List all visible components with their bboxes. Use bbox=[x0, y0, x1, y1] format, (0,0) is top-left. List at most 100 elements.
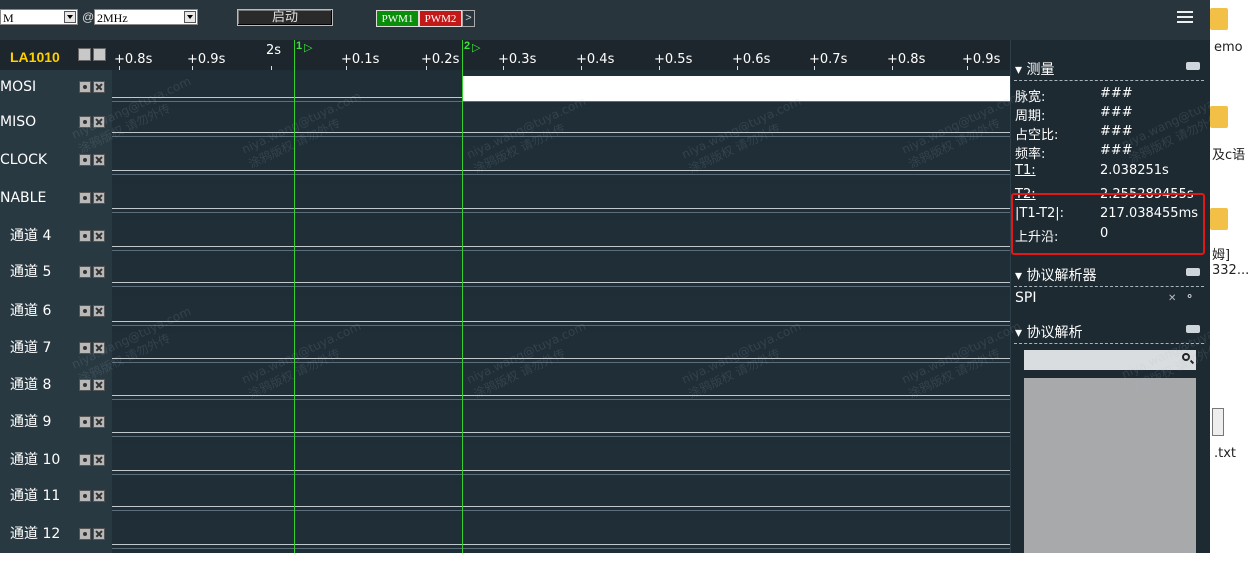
channel-row[interactable]: 通道 8 bbox=[0, 370, 112, 400]
cursor-2-line[interactable] bbox=[462, 40, 463, 553]
folder-icon[interactable] bbox=[1210, 106, 1228, 128]
folder-icon[interactable] bbox=[1210, 8, 1228, 30]
close-icon[interactable]: ✕ bbox=[1168, 293, 1176, 304]
channel-settings-icon[interactable] bbox=[79, 154, 91, 166]
waveform-lane[interactable] bbox=[112, 481, 1010, 511]
measure-label: 频率: bbox=[1015, 147, 1046, 162]
cursor-2-flag[interactable]: 2 bbox=[464, 40, 470, 52]
channel-close-icon[interactable] bbox=[93, 116, 105, 128]
channel-row[interactable]: 通道 6 bbox=[0, 296, 112, 326]
waveform-lane[interactable] bbox=[112, 183, 1010, 213]
channel-row[interactable]: 通道 4 bbox=[0, 221, 112, 251]
desktop-label[interactable]: 姆] bbox=[1212, 244, 1230, 263]
channel-settings-icon[interactable] bbox=[79, 230, 91, 242]
channel-row[interactable]: 通道 5 bbox=[0, 257, 112, 287]
desktop-background bbox=[1210, 0, 1259, 574]
channel-settings-icon[interactable] bbox=[79, 305, 91, 317]
decode-section-header[interactable]: ▾ 协议解析 bbox=[1015, 322, 1082, 342]
at-icon: @ bbox=[82, 10, 95, 24]
waveform-lane[interactable] bbox=[112, 407, 1010, 437]
channel-settings-icon[interactable] bbox=[79, 81, 91, 93]
channel-close-icon[interactable] bbox=[93, 528, 105, 540]
channel-close-icon[interactable] bbox=[93, 230, 105, 242]
channel-close-icon[interactable] bbox=[93, 266, 105, 278]
search-icon[interactable] bbox=[1182, 353, 1190, 361]
channel-close-icon[interactable] bbox=[93, 379, 105, 391]
time-tick-mark bbox=[581, 66, 582, 70]
channel-close-icon[interactable] bbox=[93, 454, 105, 466]
channel-settings-icon[interactable] bbox=[79, 379, 91, 391]
waveform-lane[interactable] bbox=[112, 107, 1010, 137]
channel-row[interactable]: MOSI bbox=[0, 72, 112, 102]
analyzer-protocol[interactable]: SPI bbox=[1015, 290, 1036, 306]
mode-select[interactable]: M bbox=[0, 9, 78, 25]
sample-rate-select[interactable]: 2MHz bbox=[94, 9, 198, 25]
desktop-label[interactable]: 及c语 bbox=[1212, 144, 1245, 163]
device-settings-icon[interactable] bbox=[78, 48, 91, 61]
hamburger-menu-icon[interactable] bbox=[1177, 11, 1193, 25]
text-file-icon[interactable] bbox=[1212, 408, 1224, 436]
channel-settings-icon[interactable] bbox=[79, 454, 91, 466]
channel-close-icon[interactable] bbox=[93, 490, 105, 502]
logic-analyzer-window: M @ 2MHz 启动 PWM1 PWM2 > LA1010 MOSI MISO C… bbox=[0, 0, 1210, 553]
channel-close-icon[interactable] bbox=[93, 305, 105, 317]
time-tick-label: +0.8s bbox=[887, 52, 926, 67]
waveform-lane[interactable] bbox=[112, 333, 1010, 363]
waveform-lane[interactable] bbox=[112, 221, 1010, 251]
channel-settings-icon[interactable] bbox=[79, 342, 91, 354]
settings-icon[interactable]: ⚬ bbox=[1185, 290, 1194, 303]
desktop-label[interactable]: .txt bbox=[1214, 446, 1236, 461]
waveform-lane[interactable] bbox=[112, 257, 1010, 287]
channel-settings-icon[interactable] bbox=[79, 528, 91, 540]
channel-settings-icon[interactable] bbox=[79, 266, 91, 278]
pwm1-button[interactable]: PWM1 bbox=[376, 10, 419, 27]
folder-icon[interactable] bbox=[1210, 208, 1228, 230]
channel-close-icon[interactable] bbox=[93, 416, 105, 428]
chevron-down-icon[interactable] bbox=[184, 11, 196, 23]
waveform-lane[interactable] bbox=[112, 145, 1010, 175]
pwm2-button[interactable]: PWM2 bbox=[419, 10, 462, 27]
analyzer-section-header[interactable]: ▾ 协议解析器 bbox=[1015, 265, 1096, 285]
pwm-more-button[interactable]: > bbox=[462, 10, 475, 27]
channel-row[interactable]: 通道 11 bbox=[0, 481, 112, 511]
search-input[interactable] bbox=[1024, 350, 1196, 370]
channel-row[interactable]: CLOCK bbox=[0, 145, 112, 175]
waveform-lane[interactable] bbox=[112, 519, 1010, 549]
channel-row[interactable]: 通道 7 bbox=[0, 333, 112, 363]
channel-settings-icon[interactable] bbox=[79, 192, 91, 204]
measure-section-header[interactable]: ▾ 测量 bbox=[1015, 59, 1054, 79]
time-tick-label: +0.6s bbox=[732, 52, 771, 67]
channel-close-icon[interactable] bbox=[93, 342, 105, 354]
device-options-icon[interactable] bbox=[93, 48, 106, 61]
channel-close-icon[interactable] bbox=[93, 154, 105, 166]
channel-label: 通道 6 bbox=[10, 303, 52, 319]
channel-settings-icon[interactable] bbox=[79, 416, 91, 428]
channel-settings-icon[interactable] bbox=[79, 490, 91, 502]
decode-results-list[interactable] bbox=[1024, 378, 1196, 553]
cursor-1-line[interactable] bbox=[294, 40, 295, 553]
decode-toggle-icon[interactable] bbox=[1186, 325, 1200, 333]
channel-row[interactable]: MISO bbox=[0, 107, 112, 137]
channel-row[interactable]: 通道 12 bbox=[0, 519, 112, 549]
waveform-lane[interactable] bbox=[112, 445, 1010, 475]
toolbar: M @ 2MHz 启动 PWM1 PWM2 > bbox=[0, 0, 1210, 40]
chevron-down-icon[interactable] bbox=[64, 11, 76, 23]
desktop-label[interactable]: 332... bbox=[1212, 263, 1249, 278]
desktop-label[interactable]: emo bbox=[1214, 40, 1243, 55]
channel-row[interactable]: 通道 9 bbox=[0, 407, 112, 437]
add-analyzer-icon[interactable] bbox=[1186, 268, 1200, 276]
start-button[interactable]: 启动 bbox=[237, 9, 333, 26]
time-ruler bbox=[112, 40, 1010, 70]
channel-close-icon[interactable] bbox=[93, 81, 105, 93]
time-tick-mark bbox=[892, 66, 893, 70]
cursor-1-flag[interactable]: 1 bbox=[296, 40, 302, 52]
channel-close-icon[interactable] bbox=[93, 192, 105, 204]
channel-label: MOSI bbox=[0, 79, 37, 95]
waveform-lane[interactable] bbox=[112, 296, 1010, 326]
channel-row[interactable]: NABLE bbox=[0, 183, 112, 213]
waveform-lane[interactable] bbox=[112, 370, 1010, 400]
channel-settings-icon[interactable] bbox=[79, 116, 91, 128]
time-tick-mark bbox=[119, 66, 120, 70]
measure-toggle-icon[interactable] bbox=[1186, 62, 1200, 70]
channel-row[interactable]: 通道 10 bbox=[0, 445, 112, 475]
